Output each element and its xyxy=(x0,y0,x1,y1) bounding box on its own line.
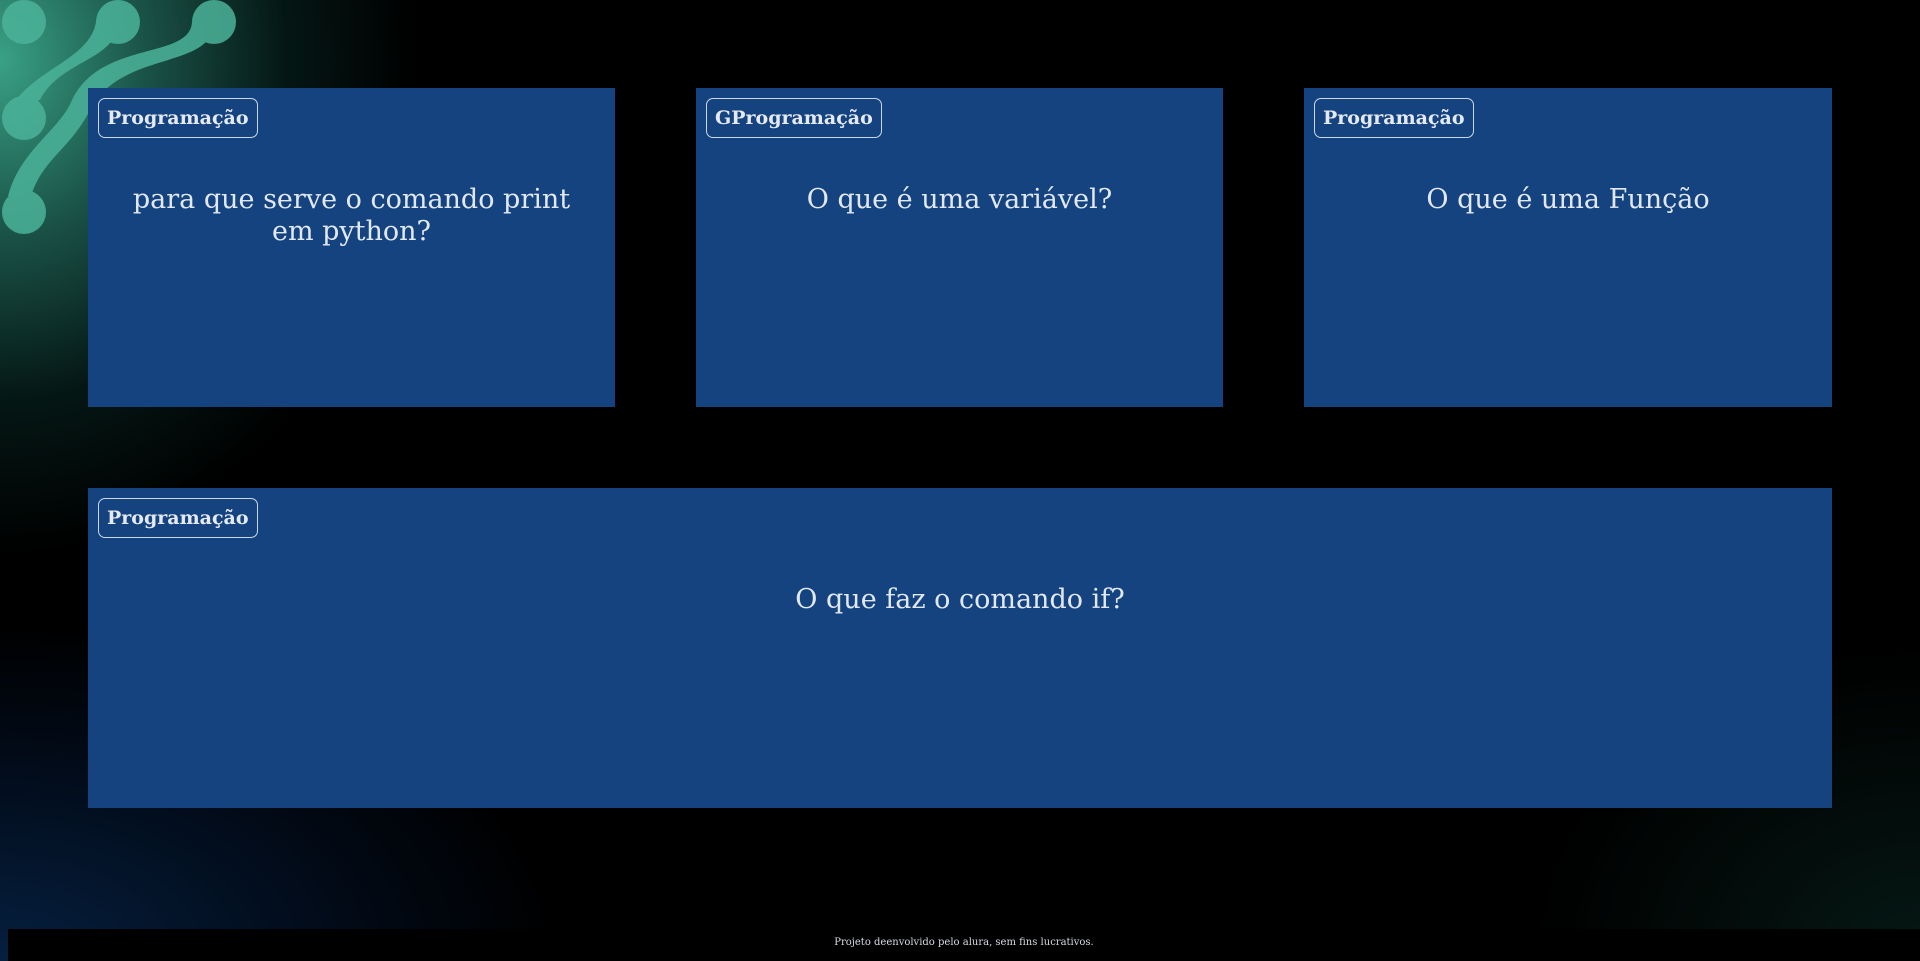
card-question: O que é uma variável? xyxy=(806,184,1113,215)
category-tag: Programação xyxy=(98,498,258,538)
flashcard-2[interactable]: GProgramação O que é uma variável? xyxy=(696,88,1223,407)
flashcard-3[interactable]: Programação O que é uma Função xyxy=(1304,88,1832,407)
category-tag: Programação xyxy=(1314,98,1474,138)
category-tag: GProgramação xyxy=(706,98,882,138)
page: Programação para que serve o comando pri… xyxy=(0,0,1920,961)
card-question: para que serve o comando print em python… xyxy=(132,184,571,247)
footer-text: Projeto deenvolvido pelo alura, sem fins… xyxy=(834,937,1094,948)
footer: Projeto deenvolvido pelo alura, sem fins… xyxy=(8,929,1920,961)
card-question: O que é uma Função xyxy=(1426,184,1710,215)
card-question: O que faz o comando if? xyxy=(795,584,1125,615)
category-tag: Programação xyxy=(98,98,258,138)
flashcard-1[interactable]: Programação para que serve o comando pri… xyxy=(88,88,615,407)
flashcard-4[interactable]: Programação O que faz o comando if? xyxy=(88,488,1832,808)
